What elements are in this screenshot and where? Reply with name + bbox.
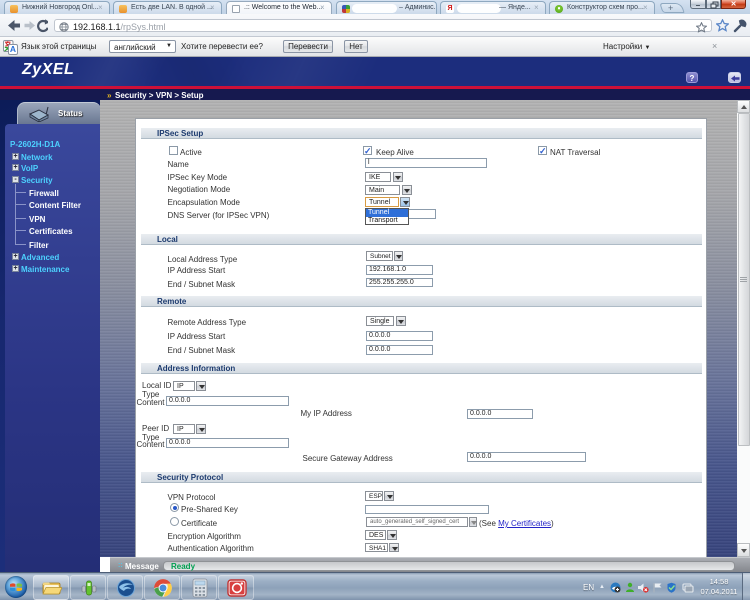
- svg-text:A: A: [10, 44, 16, 54]
